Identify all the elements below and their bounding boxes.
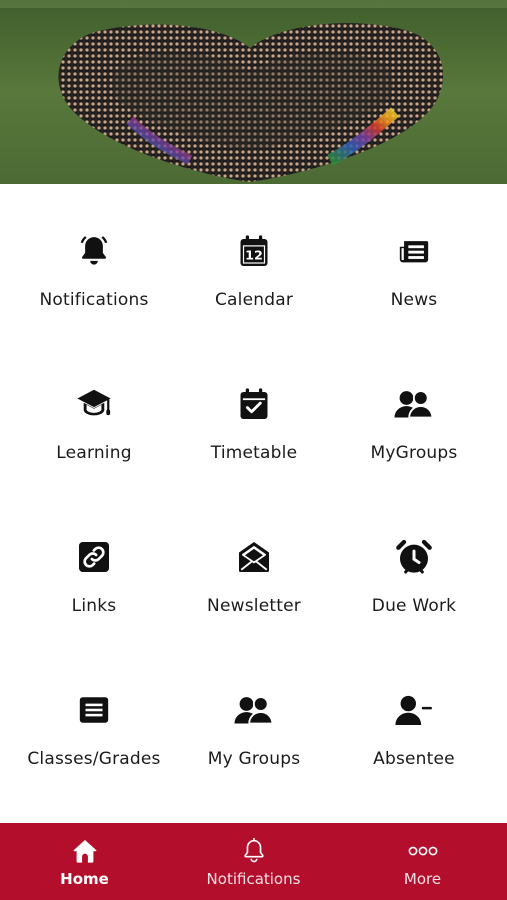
list-icon [72, 688, 116, 732]
tile-absentee[interactable]: Absentee [334, 662, 494, 815]
tile-label: News [390, 290, 438, 310]
tile-label: Notifications [39, 290, 149, 310]
feature-grid: Notifications 12 Calendar News Learning … [14, 203, 494, 815]
calendar-icon: 12 [232, 229, 276, 273]
tile-label: Timetable [210, 443, 298, 463]
tile-my-groups[interactable]: My Groups [174, 662, 334, 815]
tile-label: MyGroups [370, 443, 458, 463]
tile-label: Newsletter [207, 596, 301, 616]
tile-label: Absentee [373, 749, 455, 769]
nav-label: Notifications [206, 870, 301, 888]
app-screen: Notifications 12 Calendar News Learning … [0, 0, 507, 900]
tile-due-work[interactable]: Due Work [334, 509, 494, 662]
tile-label: Classes/Grades [27, 749, 161, 769]
tile-links[interactable]: Links [14, 509, 174, 662]
graduation-cap-icon [72, 382, 116, 426]
tile-classes-grades[interactable]: Classes/Grades [14, 662, 174, 815]
more-dots-icon [406, 836, 440, 866]
bell-outline-icon [240, 836, 268, 866]
users-icon [232, 688, 276, 732]
alarm-clock-icon [392, 535, 436, 579]
envelope-open-icon [232, 535, 276, 579]
nav-more[interactable]: More [338, 823, 507, 900]
user-minus-icon [392, 688, 436, 732]
users-icon [392, 382, 436, 426]
tile-label: Calendar [214, 290, 294, 310]
tile-mygroups[interactable]: MyGroups [334, 356, 494, 509]
tile-timetable[interactable]: Timetable [174, 356, 334, 509]
tile-calendar[interactable]: 12 Calendar [174, 203, 334, 356]
tile-notifications[interactable]: Notifications [14, 203, 174, 356]
nav-home[interactable]: Home [0, 823, 169, 900]
tile-news[interactable]: News [334, 203, 494, 356]
nav-label: More [403, 870, 442, 888]
bell-icon [72, 229, 116, 273]
tile-label: Learning [56, 443, 132, 463]
tile-newsletter[interactable]: Newsletter [174, 509, 334, 662]
school-photo [0, 0, 507, 184]
tile-label: Due Work [371, 596, 457, 616]
newspaper-icon [392, 229, 436, 273]
tile-label: My Groups [207, 749, 301, 769]
link-icon [72, 535, 116, 579]
home-icon [71, 836, 99, 866]
nav-label: Home [60, 870, 109, 888]
calendar-check-icon [232, 382, 276, 426]
tile-label: Links [71, 596, 117, 616]
tile-learning[interactable]: Learning [14, 356, 174, 509]
calendar-day-number: 12 [245, 249, 263, 264]
hero-image [0, 0, 507, 184]
nav-notifications[interactable]: Notifications [169, 823, 338, 900]
bottom-navigation: Home Notifications More [0, 823, 507, 900]
